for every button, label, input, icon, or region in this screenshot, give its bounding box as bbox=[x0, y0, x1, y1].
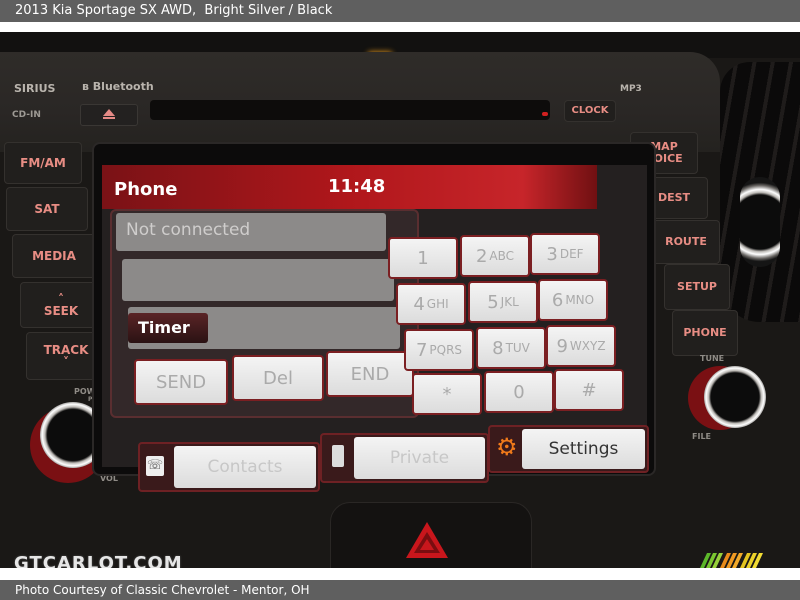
key-letters: PQRS bbox=[429, 343, 463, 357]
keypad-key[interactable]: 9 WXYZ bbox=[546, 325, 616, 367]
key-letters: WXYZ bbox=[569, 339, 606, 353]
bluetooth-icon: ʙ bbox=[82, 80, 93, 93]
keypad-key[interactable]: 4 GHI bbox=[396, 283, 466, 325]
media-button[interactable]: MEDIA bbox=[12, 234, 96, 278]
key-letters: TUV bbox=[505, 341, 530, 355]
seek-button[interactable]: ˄ SEEK bbox=[20, 282, 102, 328]
key-digit: 5 bbox=[487, 291, 499, 313]
contacts-button[interactable]: ☏ Contacts bbox=[138, 442, 320, 492]
delete-button[interactable]: Del bbox=[232, 355, 324, 401]
tune-knob[interactable] bbox=[704, 366, 766, 428]
keypad-key[interactable]: # bbox=[554, 369, 624, 411]
dial-panel: Not connected Timer SEND Del END bbox=[110, 209, 419, 418]
key-letters: MNO bbox=[565, 293, 595, 307]
phone-button[interactable]: PHONE bbox=[672, 310, 738, 356]
key-digit: 8 bbox=[492, 337, 504, 359]
dashboard-photo: SIRIUS ʙ Bluetooth MP3 CD-IN CLOCK FM/AM… bbox=[0, 32, 800, 568]
key-letters: GHI bbox=[426, 297, 449, 311]
gtcarlot-watermark: GTCARLOT.COM bbox=[14, 553, 183, 568]
sat-button[interactable]: SAT bbox=[6, 187, 88, 231]
chevron-down-icon: ˅ bbox=[63, 355, 69, 369]
key-digit: 3 bbox=[546, 243, 558, 265]
photo-credit: Photo Courtesy of Classic Chevrolet - Me… bbox=[15, 583, 310, 597]
timer-label: Timer bbox=[128, 313, 208, 343]
eject-icon bbox=[103, 109, 115, 116]
clock-button[interactable]: CLOCK bbox=[564, 100, 616, 122]
keypad-key[interactable]: 1 bbox=[388, 237, 458, 279]
key-digit: 7 bbox=[415, 339, 428, 361]
gear-icon: ⚙ bbox=[496, 433, 518, 461]
eject-button[interactable] bbox=[80, 104, 138, 126]
touch-screen: Phone 11:48 Not connected Timer SEND Del… bbox=[102, 165, 649, 492]
key-digit: 1 bbox=[417, 247, 429, 269]
connection-status-field: Not connected bbox=[116, 213, 386, 251]
bluetooth-logo: ʙ Bluetooth bbox=[82, 80, 154, 93]
key-digit: 4 bbox=[413, 293, 425, 315]
key-digit: # bbox=[581, 379, 597, 401]
keypad-key[interactable]: 0 bbox=[484, 371, 554, 413]
screen-title: Phone bbox=[114, 179, 178, 200]
gtcarlot-stripes-logo bbox=[698, 553, 763, 568]
cd-in-label: CD-IN bbox=[12, 110, 41, 120]
key-digit: 0 bbox=[513, 381, 525, 403]
end-button[interactable]: END bbox=[326, 351, 414, 397]
keypad-key[interactable]: 7 PQRS bbox=[404, 329, 474, 371]
settings-button[interactable]: ⚙ Settings bbox=[488, 425, 649, 473]
sirius-logo: SIRIUS bbox=[14, 82, 56, 95]
route-button[interactable]: ROUTE bbox=[652, 220, 720, 264]
fm-am-button[interactable]: FM/AM bbox=[4, 142, 82, 184]
private-button[interactable]: Private bbox=[320, 433, 489, 483]
clock-display: 11:48 bbox=[328, 176, 386, 197]
keypad-key[interactable]: * bbox=[412, 373, 482, 415]
mobile-phone-icon bbox=[332, 445, 344, 467]
keypad-key[interactable]: 3 DEF bbox=[530, 233, 600, 275]
key-digit: 6 bbox=[551, 289, 564, 311]
keypad-key[interactable]: 6 MNO bbox=[538, 279, 608, 321]
listing-title-bar: 2013 Kia Sportage SX AWD, Bright Silver … bbox=[0, 0, 800, 22]
keypad-key[interactable]: 2 ABC bbox=[460, 235, 530, 277]
vent-control[interactable] bbox=[740, 177, 780, 267]
key-letters: ABC bbox=[489, 249, 515, 263]
photo-credit-bar: Photo Courtesy of Classic Chevrolet - Me… bbox=[0, 580, 800, 600]
tune-label: TUNE bbox=[700, 354, 725, 363]
key-digit: 2 bbox=[475, 245, 488, 267]
listing-title: 2013 Kia Sportage SX AWD, Bright Silver … bbox=[15, 3, 333, 18]
keypad-key[interactable]: 5 JKL bbox=[468, 281, 538, 323]
number-display-field[interactable] bbox=[122, 259, 394, 301]
key-digit: * bbox=[442, 383, 452, 405]
hazard-button[interactable] bbox=[404, 520, 450, 560]
cd-slot bbox=[150, 100, 550, 120]
phonebook-icon: ☏ bbox=[146, 456, 164, 476]
setup-button[interactable]: SETUP bbox=[664, 264, 730, 310]
cd-led bbox=[542, 112, 548, 116]
file-label: FILE bbox=[692, 432, 712, 441]
key-letters: DEF bbox=[559, 247, 584, 261]
keypad-key[interactable]: 8 TUV bbox=[476, 327, 546, 369]
screen-header: Phone 11:48 bbox=[102, 165, 597, 209]
key-letters: JKL bbox=[500, 295, 519, 309]
mp3-logo: MP3 bbox=[620, 84, 642, 94]
key-digit: 9 bbox=[556, 335, 568, 357]
send-button[interactable]: SEND bbox=[134, 359, 228, 405]
